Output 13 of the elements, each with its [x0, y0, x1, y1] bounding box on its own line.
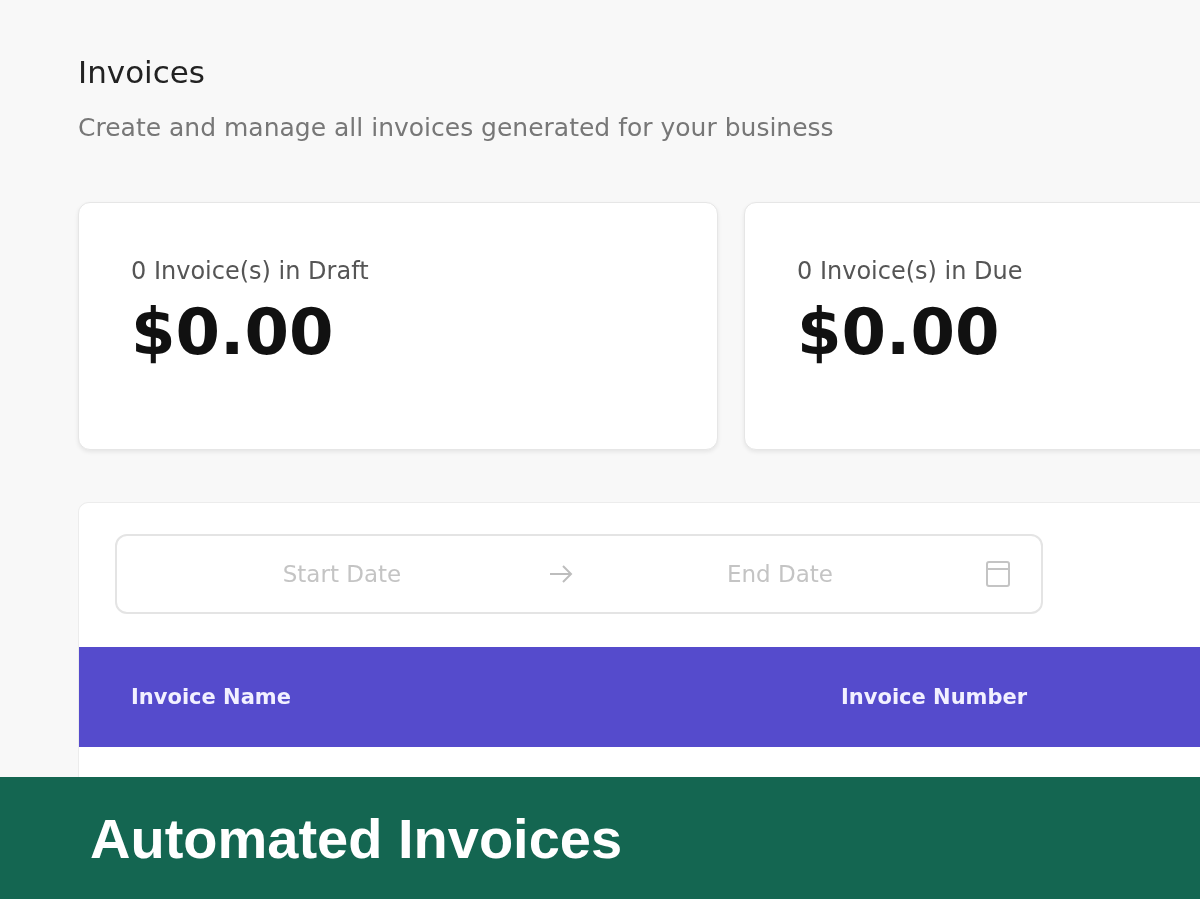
card-amount: $0.00 [131, 295, 335, 369]
card-amount: $0.00 [797, 295, 1001, 369]
date-range-field[interactable]: Start Date End Date [115, 534, 1043, 614]
card-label: 0 Invoice(s) in Draft [131, 257, 370, 285]
card-label: 0 Invoice(s) in Due [797, 257, 1024, 285]
start-date-field[interactable]: Start Date [157, 560, 527, 588]
end-date-field[interactable]: End Date [595, 560, 965, 588]
calendar-icon [985, 560, 1011, 588]
page-title: Invoices [78, 53, 206, 92]
column-header: Invoice Number [841, 685, 1028, 709]
banner-text: Automated Invoices [90, 805, 623, 871]
page-subtitle: Create and manage all invoices generated for your business [78, 112, 835, 144]
column-header: Invoice Name [131, 685, 292, 709]
